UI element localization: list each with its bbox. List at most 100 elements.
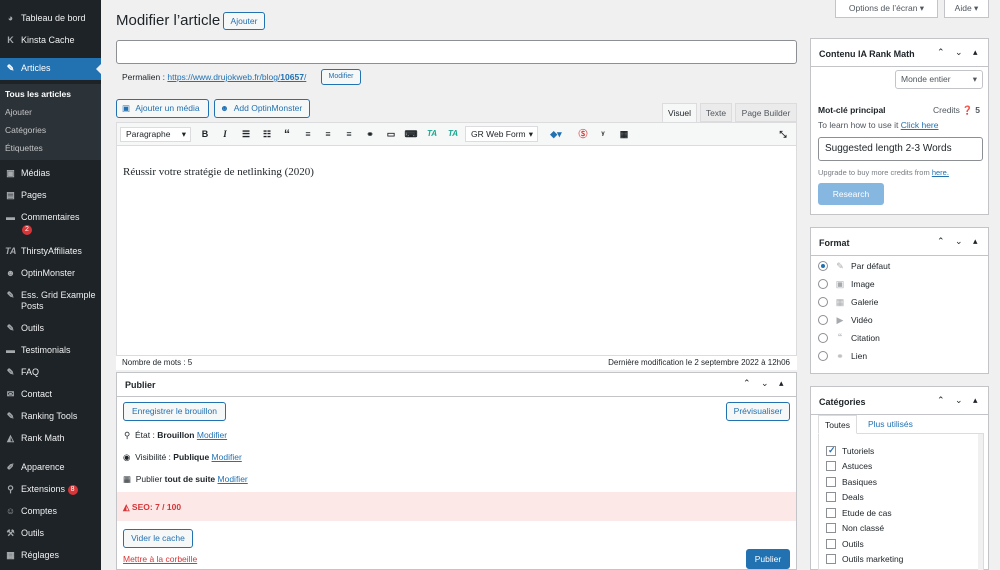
screen-options-button[interactable]: Options de l’écran ▾	[835, 0, 938, 18]
format-label: Galerie	[851, 297, 879, 307]
align-left-icon[interactable]: ≡	[301, 126, 315, 142]
link-icon[interactable]: ⚭	[363, 126, 377, 142]
toggle-panel-icon[interactable]: ▴	[973, 395, 978, 406]
read-more-icon[interactable]: ▭	[384, 126, 398, 142]
toggle-panel-icon[interactable]: ▴	[973, 236, 978, 247]
move-down-icon[interactable]: ⌄	[955, 236, 963, 247]
format-radio-quote[interactable]	[818, 333, 828, 343]
menu-item-dashboard[interactable]: ◕ Tableau de bord	[0, 13, 101, 24]
fullscreen-icon[interactable]: ⤡	[776, 126, 790, 142]
menu-item-media[interactable]: ▣ Médias	[0, 168, 101, 179]
category-checkbox-outils-marketing[interactable]	[826, 554, 836, 564]
menu-item-ranking-tools[interactable]: ✎ Ranking Tools	[0, 411, 101, 422]
submenu-tags[interactable]: Étiquettes	[0, 143, 101, 154]
tab-visual[interactable]: Visuel	[662, 103, 697, 122]
menu-item-kinsta-cache[interactable]: K Kinsta Cache	[0, 35, 101, 46]
thirsty-link-icon[interactable]: TA	[425, 126, 439, 142]
editor-content[interactable]: Réussir votre stratégie de netlinking (2…	[123, 166, 314, 178]
menu-item-comments[interactable]: ▬ Commentaires	[0, 212, 101, 223]
format-radio-image[interactable]	[818, 279, 828, 289]
move-down-icon[interactable]: ⌄	[955, 395, 963, 406]
seo-plugin-icon[interactable]: Ⓢ	[576, 126, 590, 142]
edit-schedule-link[interactable]: Modifier	[218, 474, 248, 484]
menu-item-faq[interactable]: ✎ FAQ	[0, 367, 101, 378]
italic-icon[interactable]: I	[218, 126, 232, 142]
category-checkbox-astuces[interactable]	[826, 461, 836, 471]
menu-label: Contact	[21, 389, 53, 399]
menu-item-outils-posts[interactable]: ✎ Outils	[0, 323, 101, 334]
add-media-button[interactable]: ▣ Ajouter un média	[116, 99, 209, 118]
category-checkbox-etude-de-cas[interactable]	[826, 508, 836, 518]
format-radio-link[interactable]	[818, 351, 828, 361]
format-radio-gallery[interactable]	[818, 297, 828, 307]
submenu-all-posts[interactable]: Tous les articles	[0, 89, 101, 100]
menu-item-contact[interactable]: ✉ Contact	[0, 389, 101, 400]
edit-visibility-link[interactable]: Modifier	[212, 452, 242, 462]
bold-icon[interactable]: B	[198, 126, 212, 142]
publish-button[interactable]: Publier	[746, 549, 790, 569]
blockquote-icon[interactable]: “	[280, 126, 294, 142]
bullet-list-icon[interactable]: ☰	[239, 126, 253, 142]
menu-item-plugins[interactable]: ⚲ Extensions 8	[0, 484, 101, 495]
click-here-link[interactable]: Click here	[901, 120, 939, 130]
edit-permalink-button[interactable]: Modifier	[321, 69, 361, 85]
move-up-icon[interactable]: ⌃	[937, 47, 945, 58]
toggle-panel-icon[interactable]: ▴	[779, 378, 784, 389]
add-post-button[interactable]: Ajouter	[223, 12, 265, 30]
submenu-categories[interactable]: Catégories	[0, 125, 101, 136]
help-button[interactable]: Aide ▾	[944, 0, 989, 18]
twitter-icon[interactable]: ᵞ	[596, 126, 610, 142]
menu-item-settings[interactable]: ▦ Réglages	[0, 550, 101, 561]
add-optinmonster-button[interactable]: ☻ Add OptinMonster	[214, 99, 310, 118]
format-radio-standard[interactable]	[818, 261, 828, 271]
permalink-link[interactable]: https://www.drujokweb.fr/blog/10657/	[167, 72, 306, 82]
format-radio-video[interactable]	[818, 315, 828, 325]
numbered-list-icon[interactable]: ☷	[260, 126, 274, 142]
menu-item-tools[interactable]: ⚒ Outils	[0, 528, 101, 539]
move-down-icon[interactable]: ⌄	[761, 378, 769, 389]
region-select[interactable]: Monde entier ▾	[895, 70, 983, 89]
move-up-icon[interactable]: ⌃	[937, 395, 945, 406]
menu-item-pages[interactable]: ▤ Pages	[0, 190, 101, 201]
layers-dropdown-icon[interactable]: ◆▾	[545, 126, 567, 142]
category-checkbox-basiques[interactable]	[826, 477, 836, 487]
menu-item-thirstyaffiliates[interactable]: TA ThirstyAffiliates	[0, 246, 101, 257]
category-checkbox-deals[interactable]	[826, 492, 836, 502]
post-title-input[interactable]	[116, 40, 797, 64]
keyboard-icon[interactable]: ⌨	[404, 126, 418, 142]
grid-icon[interactable]: ▦	[617, 126, 631, 142]
gr-web-form-select[interactable]: GR Web Form ▾	[465, 126, 538, 142]
submenu-add[interactable]: Ajouter	[0, 107, 101, 118]
move-to-trash-link[interactable]: Mettre à la corbeille	[123, 554, 197, 564]
research-button[interactable]: Research	[818, 183, 884, 205]
clear-cache-button[interactable]: Vider le cache	[123, 529, 193, 548]
menu-item-testimonials[interactable]: ▬ Testimonials	[0, 345, 101, 356]
move-up-icon[interactable]: ⌃	[743, 378, 751, 389]
menu-item-appearance[interactable]: ✐ Apparence	[0, 462, 101, 473]
menu-item-optinmonster[interactable]: ☻ OptinMonster	[0, 268, 101, 279]
tab-text[interactable]: Texte	[700, 103, 732, 122]
category-list-scrollbar[interactable]	[978, 434, 983, 570]
move-down-icon[interactable]: ⌄	[955, 47, 963, 58]
toggle-panel-icon[interactable]: ▴	[973, 47, 978, 58]
save-draft-button[interactable]: Enregistrer le brouillon	[123, 402, 226, 421]
preview-button[interactable]: Prévisualiser	[726, 402, 790, 421]
tab-all-categories[interactable]: Toutes	[818, 415, 857, 434]
move-up-icon[interactable]: ⌃	[937, 236, 945, 247]
menu-item-articles[interactable]: ✎ Articles	[0, 58, 101, 80]
tab-most-used[interactable]: Plus utilisés	[868, 415, 913, 433]
tab-page-builder[interactable]: Page Builder	[735, 103, 797, 122]
format-select[interactable]: Paragraphe ▾	[120, 127, 191, 142]
align-center-icon[interactable]: ≡	[321, 126, 335, 142]
keyword-input[interactable]: Suggested length 2-3 Words	[818, 137, 983, 161]
align-right-icon[interactable]: ≡	[342, 126, 356, 142]
menu-item-rank-math[interactable]: ◭ Rank Math	[0, 433, 101, 444]
category-checkbox-non-classe[interactable]	[826, 523, 836, 533]
category-checkbox-outils[interactable]	[826, 539, 836, 549]
edit-status-link[interactable]: Modifier	[197, 430, 227, 440]
upgrade-link[interactable]: here.	[932, 168, 949, 177]
category-checkbox-tutoriels[interactable]	[826, 445, 836, 456]
menu-item-ess-grid[interactable]: ✎ Ess. Grid Example Posts	[0, 290, 101, 312]
thirsty-add-icon[interactable]: TA	[446, 126, 460, 142]
menu-item-users[interactable]: ☺ Comptes	[0, 506, 101, 517]
